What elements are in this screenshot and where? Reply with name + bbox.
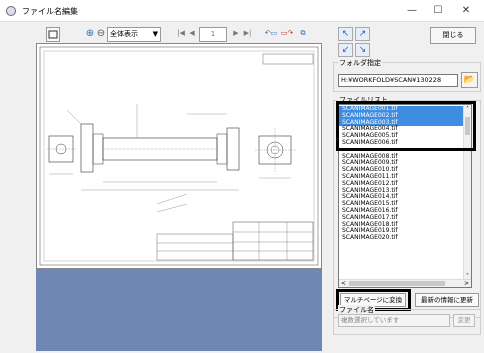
zoom-select[interactable]: 全体表示 ▼ xyxy=(107,27,161,42)
app-icon xyxy=(6,6,16,16)
page-number-field[interactable]: 1 xyxy=(199,27,227,42)
viewer-toolbar: ⊕ ⊖ 全体表示 ▼ |◀ ◀ 1 ▶ ▶| ↶▭ ▭↷ ⧉ xyxy=(36,27,326,43)
folder-label: フォルダ指定 xyxy=(338,58,382,68)
chevron-down-icon: ▼ xyxy=(152,30,158,38)
window-title: ファイル名編集 xyxy=(22,7,78,16)
page-icon xyxy=(48,30,58,39)
prev-page-icon[interactable]: ◀ xyxy=(187,27,197,42)
arrow-down-right-icon[interactable]: ↘ xyxy=(355,43,370,57)
zoom-value: 全体表示 xyxy=(110,30,138,38)
zoom-out-icon[interactable]: ⊖ xyxy=(96,27,106,42)
document-viewer[interactable] xyxy=(36,43,322,269)
filename-input[interactable]: 複数選択しています xyxy=(338,314,450,327)
fit-page-icon[interactable]: ⧉ xyxy=(296,27,310,42)
rotate-left-icon[interactable]: ↶▭ xyxy=(264,27,278,42)
refresh-button[interactable]: 最新の情報に更新 xyxy=(415,293,479,307)
page-view-button[interactable] xyxy=(46,27,60,42)
next-page-icon[interactable]: ▶ xyxy=(231,27,241,42)
scroll-right-icon[interactable]: > xyxy=(464,280,469,287)
maximize-button[interactable]: ☐ xyxy=(428,4,448,18)
change-button[interactable]: 変更 xyxy=(453,314,475,327)
folder-path-input[interactable]: H:¥WORKFOLD¥SCAN¥130228 xyxy=(338,74,458,87)
arrow-up-right-icon[interactable]: ↗ xyxy=(355,27,370,41)
scroll-left-icon[interactable]: < xyxy=(341,280,346,287)
close-window-button[interactable]: ✕ xyxy=(456,4,476,18)
drawing-preview xyxy=(39,46,319,266)
title-bar: ファイル名編集 — ☐ ✕ xyxy=(0,0,484,22)
arrow-down-left-icon[interactable]: ↙ xyxy=(338,43,353,57)
file-list-item[interactable]: SCANIMAGE020.tif xyxy=(339,234,471,242)
minimize-button[interactable]: — xyxy=(402,4,422,18)
folder-browse-button[interactable]: 📂 xyxy=(461,72,478,88)
first-page-icon[interactable]: |◀ xyxy=(176,27,186,42)
rotate-right-icon[interactable]: ▭↷ xyxy=(280,27,294,42)
folder-open-icon: 📂 xyxy=(463,75,476,85)
hscroll-thumb[interactable] xyxy=(349,281,445,286)
list-highlight-frame xyxy=(336,101,476,151)
arrow-up-left-icon[interactable]: ↖ xyxy=(338,27,353,41)
close-button[interactable]: 閉じる xyxy=(430,27,476,44)
zoom-in-icon[interactable]: ⊕ xyxy=(84,27,96,42)
viewer-empty-area xyxy=(36,269,322,351)
last-page-icon[interactable]: ▶| xyxy=(242,27,253,42)
file-list-hscrollbar[interactable]: < > xyxy=(339,279,471,287)
